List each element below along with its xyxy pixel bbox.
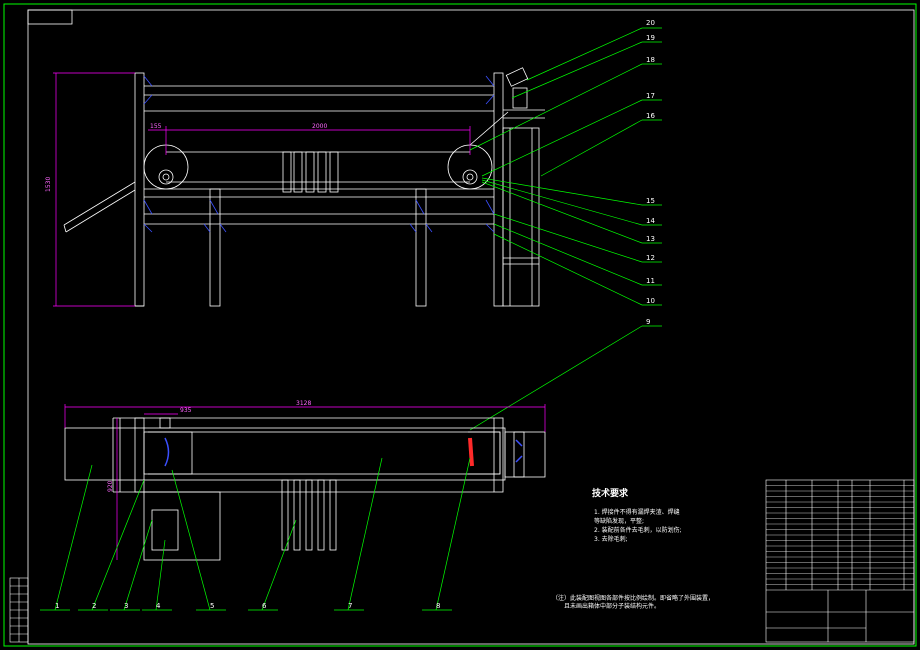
tech-item-1b: 等缺陷发现，平整; [594,517,644,525]
tech-item-2: 2. 装配前各件去毛刺，以防划伤; [594,526,682,534]
balloon-12: 12 [646,254,655,262]
front-balloons: 20 19 18 17 16 15 14 13 12 11 10 9 [646,19,655,326]
balloon-11: 11 [646,277,655,285]
balloon-6: 6 [262,602,267,610]
dim-2000: 2000 [312,123,327,130]
dim-935: 935 [180,407,192,414]
balloon-16: 16 [646,112,655,120]
tech-title: 技术要求 [592,487,629,499]
plan-view [64,417,546,561]
balloon-10: 10 [646,297,655,305]
tech-item-3: 3. 去除毛刺; [594,535,628,543]
balloon-9: 9 [646,318,650,326]
balloon-1: 1 [55,602,59,610]
balloon-7: 7 [348,602,352,610]
bom-rows [766,485,914,585]
balloon-17: 17 [646,92,655,100]
dim-height: 1530 [45,177,52,192]
balloon-14: 14 [646,217,655,225]
balloon-2: 2 [92,602,96,610]
outer-frame [3,3,917,647]
front-fixtures [143,75,495,233]
front-view [63,67,545,307]
inner-frame [27,9,915,645]
balloon-5: 5 [210,602,214,610]
balloon-19: 19 [646,34,655,42]
balloon-4: 4 [156,602,161,610]
plan-dims [64,404,546,560]
note-line-1: （注）此装配图视图各部件按比例绘制。即省略了外围装置， [552,594,714,602]
revision-strip [9,577,29,643]
title-block [765,479,915,643]
cad-drawing: 1530 155 2000 20 19 18 17 16 15 14 13 12… [3,3,917,647]
balloon-18: 18 [646,56,655,64]
front-leaders [469,27,662,431]
note-line-2: 且未画出箱体中部分子装结构元件。 [564,602,660,610]
tech-item-1: 1. 焊接件不得有漏焊夹渣、焊缝 [594,508,680,516]
balloon-3: 3 [124,602,128,610]
dim-155: 155 [150,123,162,130]
corner-tab [27,9,73,25]
dim-3128: 3128 [296,400,311,407]
balloon-13: 13 [646,235,655,243]
balloon-15: 15 [646,197,655,205]
balloon-8: 8 [436,602,440,610]
plan-fixtures [164,437,523,467]
dim-920: 920 [107,480,114,492]
balloon-20: 20 [646,19,655,27]
plan-leaders [40,457,471,611]
plan-balloons: 1 2 3 4 5 6 7 8 [55,602,440,610]
front-dims [53,72,471,307]
